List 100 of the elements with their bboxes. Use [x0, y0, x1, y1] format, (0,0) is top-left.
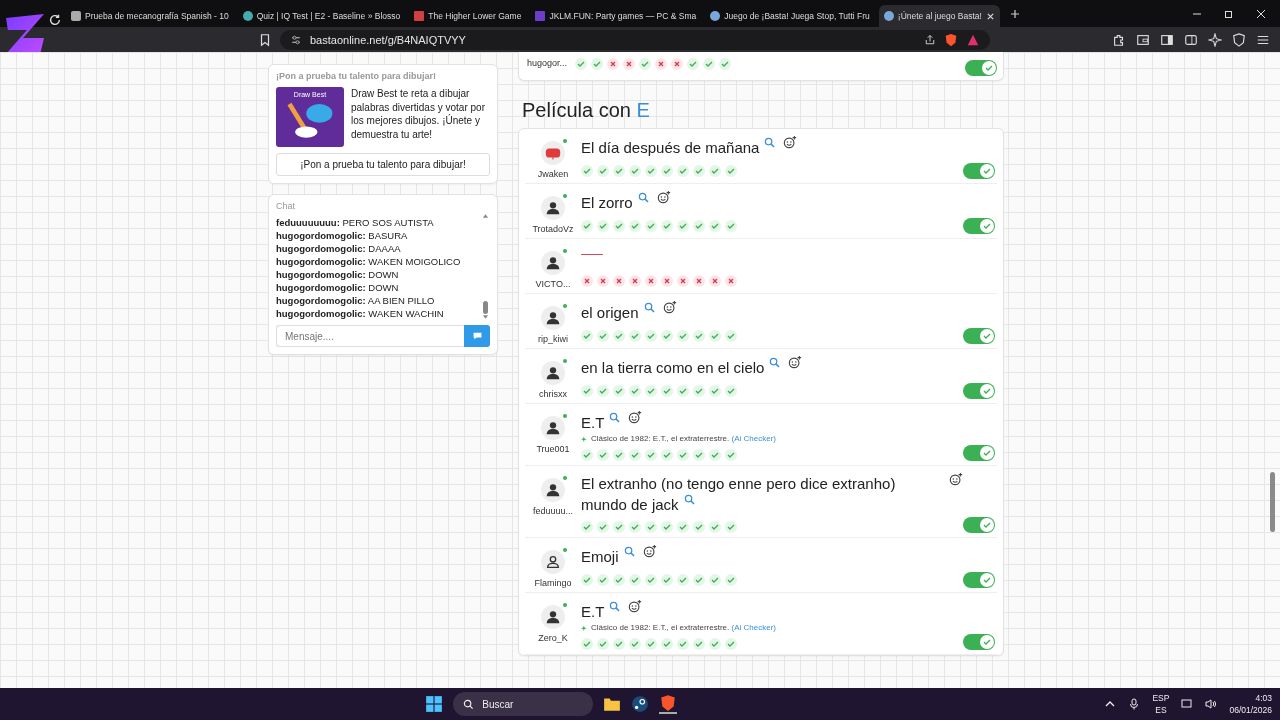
approve-toggle[interactable] — [963, 383, 995, 399]
wallet-icon[interactable] — [1136, 32, 1150, 47]
brave-browser-icon[interactable] — [659, 694, 678, 714]
add-reaction-icon[interactable] — [783, 135, 798, 149]
speaker-icon[interactable] — [1205, 698, 1218, 710]
search-icon[interactable] — [769, 357, 781, 368]
close-icon[interactable] — [985, 11, 995, 21]
approve-toggle[interactable] — [963, 634, 995, 650]
add-reaction-icon[interactable] — [656, 190, 671, 204]
taskbar-clock[interactable]: 4:03 06/01/2026 — [1229, 692, 1272, 716]
browser-tab[interactable]: JKLM.FUN: Party games — PC & Sma — [530, 5, 702, 27]
address-bar[interactable]: bastaonline.net/g/B4NAIQTVYY — [280, 29, 990, 50]
shield-icon[interactable] — [944, 32, 958, 47]
check-icon — [982, 448, 992, 458]
approve-toggle[interactable] — [963, 328, 995, 344]
check-icon — [984, 63, 994, 73]
answer-text: E.T — [581, 412, 621, 433]
add-reaction-icon[interactable] — [949, 472, 963, 486]
chat-message: hugogordomogolic: DOWN — [276, 268, 400, 281]
chat-message: feduuuuuuuu: PERO SOS AUTISTA — [276, 216, 435, 229]
search-icon[interactable] — [609, 412, 621, 423]
sparkle-icon — [581, 624, 588, 631]
approve-toggle[interactable] — [963, 218, 995, 234]
add-reaction-icon[interactable] — [788, 355, 803, 369]
player-name: Zero_K — [538, 633, 568, 643]
share-icon[interactable] — [924, 33, 936, 46]
check-icon — [982, 386, 992, 396]
ai-note: Clásico de 1982: E.T., el extraterrestre. (Ai Checker) — [591, 623, 776, 632]
reload-icon[interactable] — [48, 12, 62, 27]
speech-bubble-icon — [471, 331, 483, 341]
browser-tab[interactable]: Juego de ¡Basta! Juega Stop, Tutti Fru — [705, 5, 875, 27]
sidebar-icon[interactable] — [1160, 32, 1174, 47]
approve-toggle[interactable] — [963, 445, 995, 461]
bookmark-icon[interactable] — [258, 32, 272, 47]
restore-icon[interactable] — [1224, 8, 1234, 19]
browser-tab[interactable]: Prueba de mecanografía Spanish - 10 — [66, 5, 234, 27]
send-button[interactable] — [464, 325, 490, 347]
network-icon[interactable] — [1181, 698, 1194, 710]
folder-icon[interactable] — [603, 695, 622, 713]
approve-toggle[interactable] — [963, 517, 995, 533]
new-tab-icon[interactable] — [1009, 8, 1020, 19]
answer-text: E.T — [581, 601, 621, 622]
chat-title: Chat — [276, 201, 296, 211]
ai-note: Clásico de 1982: E.T., el extraterrestre. (Ai Checker) — [591, 434, 776, 443]
approve-toggle[interactable] — [963, 163, 995, 179]
microphone-icon[interactable] — [1128, 698, 1141, 710]
add-reaction-icon[interactable] — [628, 599, 643, 613]
chat-message: hugogordomogolic: DAAAA — [276, 242, 402, 255]
player-name: TrotadoVz — [532, 224, 574, 234]
search-icon[interactable] — [637, 192, 649, 203]
taskbar-search[interactable]: Buscar — [453, 692, 594, 716]
search-icon[interactable] — [623, 546, 635, 557]
message-input[interactable]: Mensaje.... — [276, 325, 464, 347]
chat-message: hugogordomogolic: WAKEN WACHIN — [276, 307, 445, 320]
cards-icon[interactable] — [1184, 32, 1198, 47]
player-name: feduuuu... — [532, 506, 573, 516]
search-icon[interactable] — [643, 302, 655, 313]
browser-tab[interactable]: The Higher Lower Game — [409, 5, 527, 27]
player-name: Jwaken — [537, 169, 569, 179]
search-icon[interactable] — [764, 137, 776, 148]
approve-toggle[interactable] — [963, 572, 995, 588]
check-icon — [982, 575, 992, 585]
player-name: True001 — [536, 444, 570, 454]
player-name: rip_kiwi — [538, 334, 568, 344]
scroll-up-icon[interactable] — [481, 213, 489, 219]
check-icon — [982, 331, 992, 341]
promo-button[interactable]: ¡Pon a prueba tu talento para dibujar! — [276, 153, 490, 176]
empty-answer-line — [581, 254, 603, 255]
chat-message: hugogordomogolic: DOWN — [276, 281, 400, 294]
steam-icon[interactable] — [631, 695, 650, 713]
add-reaction-icon[interactable] — [628, 410, 643, 424]
language-indicator[interactable]: ESP ES — [1152, 692, 1170, 716]
chat-message: hugogordomogolic: AA BIEN PILLO — [276, 294, 436, 307]
promo-heading: ¡Pon a prueba tu talento para dibujar! — [276, 71, 437, 81]
answer-text: El extranho (no tengo enne pero dice extranho) mundo de jack — [581, 474, 897, 515]
player-name: VICTO... — [535, 279, 571, 289]
browser-tab[interactable]: ¡Únete al juego Basta! — [878, 5, 1000, 27]
chat-message: hugogordomogolic: BASURA — [276, 229, 409, 242]
scroll-down-icon[interactable] — [481, 314, 489, 320]
search-icon[interactable] — [609, 601, 621, 612]
player-name: hugogor... — [526, 58, 567, 68]
sparkle-icon — [581, 435, 588, 442]
check-icon — [982, 221, 992, 231]
check-icon — [982, 166, 992, 176]
check-icon — [982, 520, 992, 530]
add-reaction-icon[interactable] — [662, 300, 677, 314]
sparkle-icon[interactable] — [1208, 32, 1222, 47]
site-info-icon — [290, 33, 302, 46]
extensions-icon[interactable] — [1112, 32, 1126, 47]
browser-tab[interactable]: Quiz | IQ Test | E2 - Baseline » Blosso — [237, 5, 406, 27]
close-icon[interactable] — [1256, 8, 1266, 19]
shield-icon[interactable] — [1232, 32, 1246, 47]
category-heading: Película con E — [522, 99, 651, 122]
search-icon[interactable] — [683, 494, 695, 505]
answer-text: en la tierra como en el cielo — [581, 357, 781, 378]
search-icon — [463, 698, 475, 710]
add-reaction-icon[interactable] — [642, 544, 657, 558]
answer-text: el origen — [581, 302, 655, 323]
windows-start-icon[interactable] — [425, 695, 444, 713]
approve-toggle[interactable] — [965, 60, 997, 76]
